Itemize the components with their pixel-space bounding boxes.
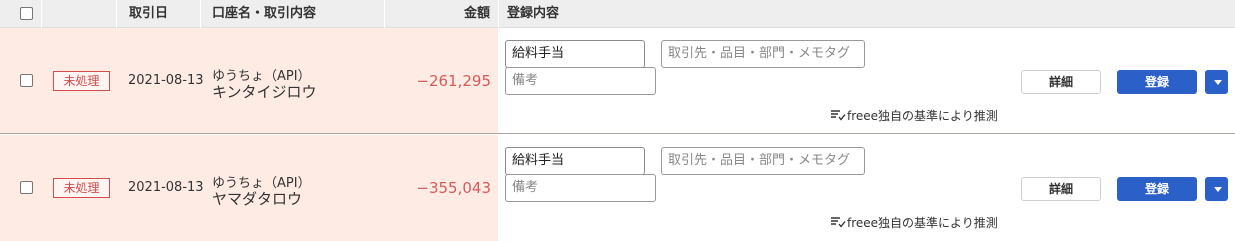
tag-field[interactable]: 取引先・品目・部門・メモタグ xyxy=(661,147,865,175)
caret-down-icon xyxy=(1214,187,1222,192)
save-options-button[interactable] xyxy=(1205,177,1228,201)
row-checkbox[interactable] xyxy=(20,181,33,194)
guess-note: freee独自の基準により推測 xyxy=(830,214,998,231)
transaction-date: 2021-08-13 xyxy=(128,180,204,195)
guess-note: freee独自の基準により推測 xyxy=(830,107,998,124)
transaction-date: 2021-08-13 xyxy=(128,73,204,88)
row-info: 未処理 2021-08-13 ゆうちょ（API） ヤマダタロウ −355,043 xyxy=(0,135,498,241)
save-options-button[interactable] xyxy=(1205,70,1228,94)
header-registration: 登録内容 xyxy=(507,6,560,21)
row-info: 未処理 2021-08-13 ゆうちょ（API） キンタイジロウ −261,29… xyxy=(0,28,498,134)
status-badge: 未処理 xyxy=(53,178,110,198)
status-badge: 未処理 xyxy=(53,71,110,91)
header-date[interactable]: 取引日 xyxy=(129,0,168,28)
transaction-amount: −355,043 xyxy=(416,179,491,197)
transaction-description: ヤマダタロウ xyxy=(212,190,303,208)
guess-text: freee独自の基準により推測 xyxy=(847,109,998,123)
memo-field[interactable]: 備考 xyxy=(505,174,656,202)
transaction-description: キンタイジロウ xyxy=(212,83,317,101)
select-all-checkbox[interactable] xyxy=(20,7,33,20)
transaction-table: 取引日 口座名・取引内容 金額 登録内容 未処理 2021-08-13 ゆうちょ… xyxy=(0,0,1235,241)
account-item-field[interactable]: 給料手当 xyxy=(505,40,645,68)
transaction-amount: −261,295 xyxy=(416,72,491,90)
sort-check-icon xyxy=(830,109,846,121)
row-checkbox[interactable] xyxy=(20,74,33,87)
caret-down-icon xyxy=(1214,80,1222,85)
account-item-field[interactable]: 給料手当 xyxy=(505,147,645,175)
detail-button[interactable]: 詳細 xyxy=(1021,70,1101,94)
sort-check-icon xyxy=(830,216,846,228)
table-row: 未処理 2021-08-13 ゆうちょ（API） ヤマダタロウ −355,043… xyxy=(0,135,1235,241)
header-amount[interactable]: 金額 xyxy=(440,0,490,28)
detail-button[interactable]: 詳細 xyxy=(1021,177,1101,201)
header-account-desc[interactable]: 口座名・取引内容 xyxy=(212,0,316,28)
guess-text: freee独自の基準により推測 xyxy=(847,216,998,230)
save-button[interactable]: 登録 xyxy=(1117,177,1197,201)
table-header: 取引日 口座名・取引内容 金額 登録内容 xyxy=(0,0,1235,28)
registration-area: 給料手当 取引先・品目・部門・メモタグ 備考 詳細 登録 freee独自の基準に… xyxy=(498,135,1235,241)
registration-area: 給料手当 取引先・品目・部門・メモタグ 備考 詳細 登録 freee独自の基準に… xyxy=(498,28,1235,134)
save-button[interactable]: 登録 xyxy=(1117,70,1197,94)
memo-field[interactable]: 備考 xyxy=(505,67,656,95)
tag-field[interactable]: 取引先・品目・部門・メモタグ xyxy=(661,40,865,68)
table-row: 未処理 2021-08-13 ゆうちょ（API） キンタイジロウ −261,29… xyxy=(0,28,1235,134)
